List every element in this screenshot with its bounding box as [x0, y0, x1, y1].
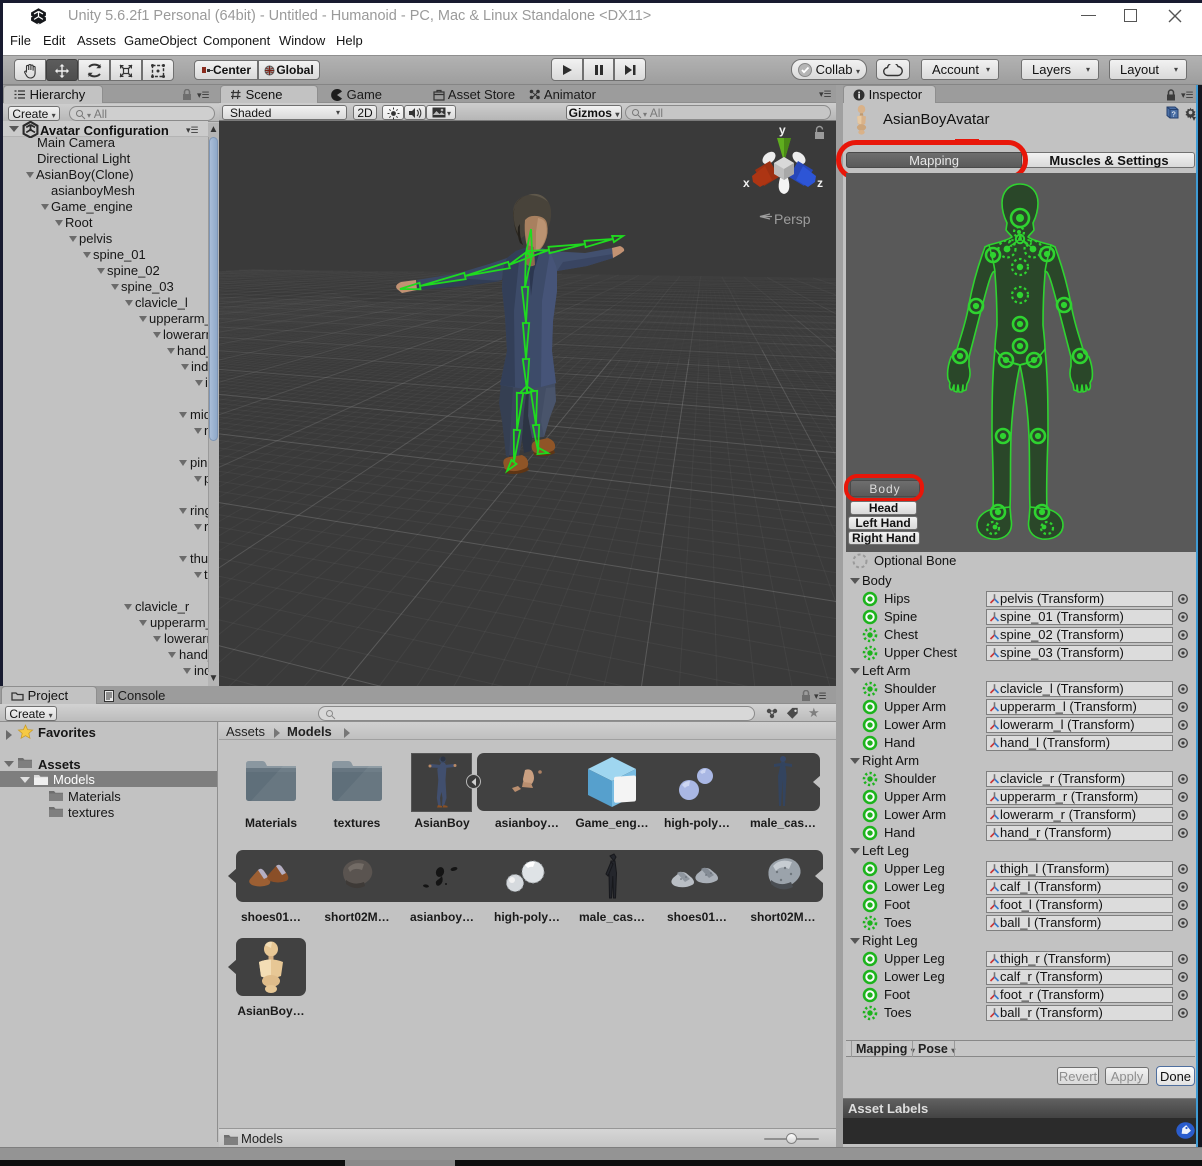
svg-text:?: ? [1172, 110, 1176, 119]
svg-text:y: y [779, 123, 786, 137]
svg-text:x: x [743, 176, 750, 190]
svg-text:z: z [817, 176, 823, 190]
svg-text:Persp: Persp [774, 211, 811, 227]
